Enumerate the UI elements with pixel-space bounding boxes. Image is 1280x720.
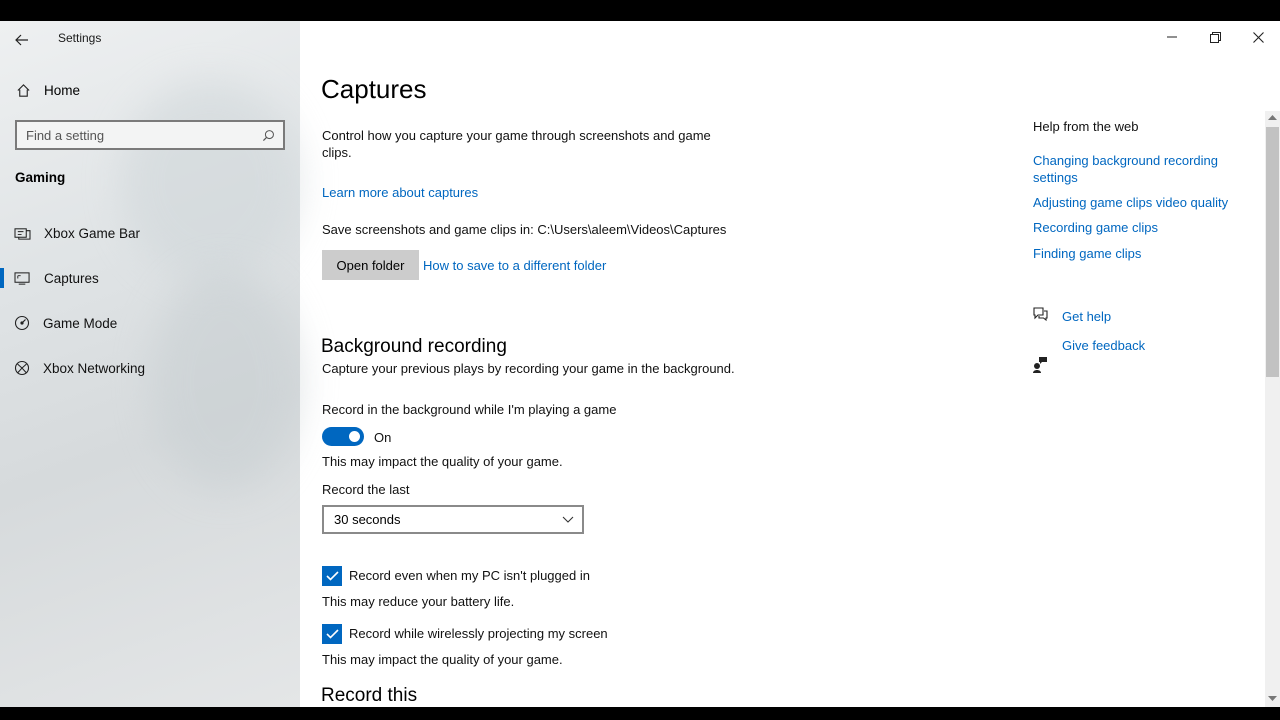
checkmark-icon — [325, 629, 339, 639]
home-icon — [17, 83, 30, 97]
page-title: Captures — [321, 74, 427, 104]
back-arrow-icon — [15, 34, 28, 46]
different-folder-link[interactable]: How to save to a different folder — [423, 257, 606, 274]
restore-button[interactable] — [1192, 21, 1238, 53]
open-folder-button[interactable]: Open folder — [322, 250, 419, 280]
record-unplugged-label: Record even when my PC isn't plugged in — [349, 568, 590, 583]
minimize-icon — [1167, 36, 1177, 38]
scroll-down-icon[interactable] — [1267, 695, 1278, 703]
captures-icon — [14, 271, 30, 285]
sidebar-section-heading: Gaming — [15, 170, 66, 185]
sidebar-home-label: Home — [44, 82, 81, 98]
record-background-label: Record in the background while I'm playi… — [322, 402, 617, 417]
toggle-knob — [349, 431, 360, 442]
record-background-toggle[interactable] — [322, 427, 364, 446]
get-help-icon — [1033, 307, 1048, 322]
help-panel-heading: Help from the web — [1033, 119, 1139, 134]
record-unplugged-note: This may reduce your battery life. — [322, 594, 515, 609]
record-unplugged-checkbox[interactable] — [322, 566, 342, 586]
give-feedback-icon — [1033, 357, 1047, 373]
record-last-value: 30 seconds — [334, 512, 401, 527]
close-button[interactable] — [1235, 21, 1280, 53]
sidebar-item-xbox-game-bar[interactable]: Xbox Game Bar — [0, 215, 300, 251]
checkmark-icon — [325, 571, 339, 581]
help-link-finding-clips[interactable]: Finding game clips — [1033, 245, 1141, 262]
record-last-label: Record the last — [322, 482, 410, 497]
record-projecting-label: Record while wirelessly projecting my sc… — [349, 626, 608, 641]
search-box[interactable] — [15, 120, 285, 150]
restore-icon — [1209, 31, 1221, 43]
minimize-button[interactable] — [1149, 21, 1195, 53]
sidebar-item-label: Game Mode — [43, 315, 118, 331]
sidebar-item-xbox-networking[interactable]: Xbox Networking — [0, 350, 300, 386]
help-link-background-recording[interactable]: Changing background recording settings — [1033, 152, 1248, 186]
save-location-text: Save screenshots and game clips in: C:\U… — [322, 222, 727, 237]
get-help-link[interactable]: Get help — [1062, 308, 1111, 325]
scroll-up-icon[interactable] — [1267, 113, 1278, 121]
xbox-icon — [14, 360, 30, 376]
game-mode-icon — [14, 315, 30, 331]
search-input[interactable] — [26, 127, 246, 143]
page-description: Control how you capture your game throug… — [322, 128, 711, 160]
record-last-dropdown[interactable]: 30 seconds — [322, 505, 584, 534]
toggle-note: This may impact the quality of your game… — [322, 454, 563, 469]
chevron-down-icon — [562, 516, 574, 523]
app-title: Settings — [58, 31, 102, 45]
sidebar-blur-decoration — [120, 81, 300, 281]
sidebar-item-game-mode[interactable]: Game Mode — [0, 305, 300, 341]
settings-window: Settings Home Gaming Xbox Game Bar — [0, 21, 1280, 707]
help-link-recording-clips[interactable]: Recording game clips — [1033, 219, 1158, 236]
sidebar-home[interactable]: Home — [0, 75, 300, 105]
sidebar-item-label: Xbox Game Bar — [44, 225, 141, 241]
background-recording-heading: Background recording — [321, 336, 507, 357]
record-this-heading: Record this — [321, 685, 418, 706]
search-icon[interactable] — [262, 129, 275, 142]
sidebar: Settings Home Gaming Xbox Game Bar — [0, 21, 300, 707]
learn-more-link[interactable]: Learn more about captures — [322, 184, 478, 201]
back-button[interactable] — [6, 25, 38, 55]
sidebar-item-label: Xbox Networking — [43, 360, 146, 376]
background-recording-description: Capture your previous plays by recording… — [322, 361, 735, 376]
sidebar-item-label: Captures — [44, 270, 99, 286]
sidebar-item-captures[interactable]: Captures — [0, 260, 300, 296]
toggle-state-label: On — [374, 430, 392, 445]
scrollbar-thumb[interactable] — [1266, 127, 1279, 377]
give-feedback-link[interactable]: Give feedback — [1062, 337, 1145, 354]
record-projecting-note: This may impact the quality of your game… — [322, 652, 563, 667]
close-icon — [1252, 31, 1264, 43]
help-link-video-quality[interactable]: Adjusting game clips video quality — [1033, 194, 1228, 211]
record-projecting-checkbox[interactable] — [322, 624, 342, 644]
xbox-game-bar-icon — [14, 227, 31, 240]
